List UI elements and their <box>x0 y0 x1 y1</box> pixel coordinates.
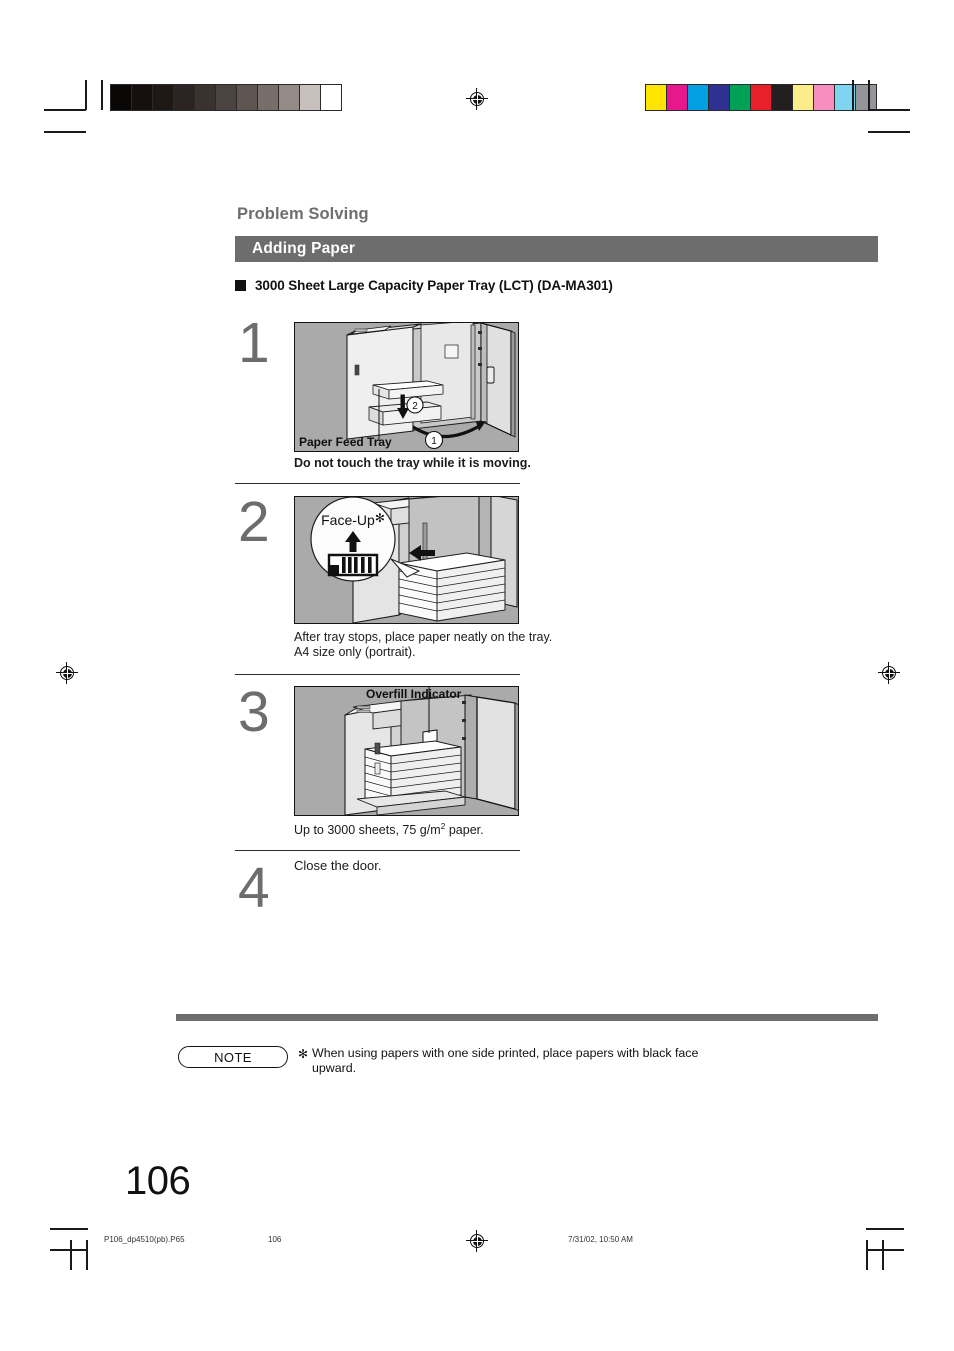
svg-text:1: 1 <box>431 436 437 447</box>
note-badge: NOTE <box>178 1046 288 1068</box>
section-header-bar: Adding Paper <box>235 236 878 262</box>
subsection-heading: 3000 Sheet Large Capacity Paper Tray (LC… <box>235 278 613 293</box>
step-divider-3 <box>235 850 520 851</box>
bullet-square-icon <box>235 280 246 291</box>
note-separator-bar <box>176 1014 878 1021</box>
step-number-2: 2 <box>238 490 270 554</box>
registration-mark-right <box>878 662 900 684</box>
step-number-3: 3 <box>238 680 270 744</box>
registration-mark-left <box>56 662 78 684</box>
step-number-4: 4 <box>238 856 270 920</box>
step-4-caption: Close the door. <box>294 858 382 873</box>
step-1-caption: Do not touch the tray while it is moving… <box>294 456 531 470</box>
step-2-illustration: Face-Up✻ <box>294 496 519 624</box>
step-divider-1 <box>235 483 520 484</box>
step-divider-2 <box>235 674 520 675</box>
step-1-illustration: 2 1 <box>294 322 519 452</box>
registration-mark-top-center <box>466 88 488 110</box>
footer-filename: P106_dp4510(pb).P65 <box>104 1235 185 1244</box>
chapter-title: Problem Solving <box>237 205 369 223</box>
step-3-caption-suffix: paper. <box>445 823 484 837</box>
step-number-1: 1 <box>238 311 270 375</box>
step-2-caption-line2: A4 size only (portrait). <box>294 645 416 659</box>
grayscale-calibration-bar <box>110 84 342 111</box>
note-text: When using papers with one side printed,… <box>312 1046 699 1075</box>
note-label: NOTE <box>214 1050 252 1065</box>
svg-text:2: 2 <box>412 401 418 412</box>
registration-mark-bottom-center <box>466 1230 488 1252</box>
manual-page: Problem Solving Adding Paper 3000 Sheet … <box>0 0 954 1351</box>
step-3-image-label: Overfill Indicator <box>366 687 462 701</box>
color-calibration-bar <box>645 84 877 111</box>
page-number: 106 <box>125 1159 191 1203</box>
step-2-caption-line1: After tray stops, place paper neatly on … <box>294 630 553 644</box>
footer-page: 106 <box>268 1235 282 1244</box>
step-3-illustration <box>294 686 519 816</box>
step-3-caption: Up to 3000 sheets, 75 g/m2 paper. <box>294 822 584 838</box>
subsection-title: 3000 Sheet Large Capacity Paper Tray (LC… <box>255 278 613 293</box>
note-marker-icon: ✻ <box>298 1047 309 1061</box>
step-1-image-label: Paper Feed Tray <box>299 435 392 449</box>
step-3-caption-prefix: Up to 3000 sheets, 75 g/m <box>294 823 441 837</box>
section-title: Adding Paper <box>252 240 356 257</box>
footer-timestamp: 7/31/02, 10:50 AM <box>568 1235 633 1244</box>
